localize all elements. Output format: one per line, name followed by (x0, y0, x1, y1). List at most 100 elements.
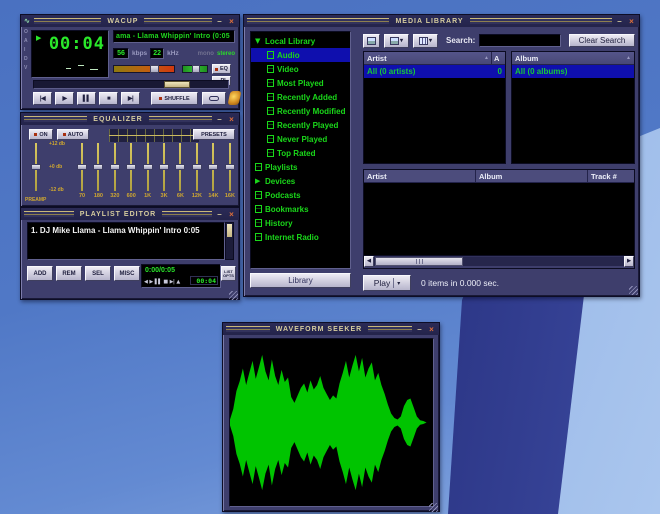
eq-slider-12k[interactable] (192, 143, 202, 191)
waveform-titlebar[interactable]: WAVEFORM SEEKER – × (223, 323, 439, 335)
track-album-column[interactable]: Album (476, 170, 588, 182)
clutterbar-o-button[interactable]: O (24, 30, 28, 35)
close-icon[interactable]: × (227, 17, 236, 26)
resize-grip[interactable] (429, 503, 438, 512)
eq-slider-6k[interactable] (175, 143, 185, 191)
eq-handle-180[interactable] (93, 164, 103, 170)
close-icon[interactable]: × (627, 17, 636, 26)
play-selected-button[interactable]: Play ▾ (363, 275, 411, 291)
minimize-icon[interactable]: – (215, 17, 224, 26)
mini-eject-button[interactable]: ▲ (176, 279, 179, 285)
tree-item-recently-modified[interactable]: Recently Modified (251, 104, 350, 118)
previous-button[interactable]: |◀ (33, 92, 52, 105)
scrollbar-handle[interactable] (375, 257, 463, 266)
eq-slider-70[interactable] (77, 143, 87, 191)
equalizer-toggle-button[interactable]: EQ (212, 64, 231, 74)
time-display[interactable]: ▶ 00:04 (31, 30, 109, 78)
artist-list[interactable]: All (0 artists) 0 (364, 65, 505, 163)
shuffle-button[interactable]: SHUFFLE (151, 92, 198, 105)
clear-search-button[interactable]: Clear Search (569, 34, 635, 47)
resize-grip[interactable] (229, 291, 238, 300)
eq-slider-180[interactable] (93, 143, 103, 191)
tree-item-recently-added[interactable]: Recently Added (251, 90, 350, 104)
clutterbar-a-button[interactable]: A (24, 39, 28, 44)
volume-slider[interactable] (113, 65, 175, 73)
eq-slider-3k[interactable] (159, 143, 169, 191)
grid-view-button[interactable]: ▾ (384, 34, 409, 48)
playlist-titlebar[interactable]: PLAYLIST EDITOR – × (21, 208, 239, 220)
mini-stop-button[interactable]: ■ (163, 279, 167, 285)
clutterbar-v-button[interactable]: V (24, 66, 28, 71)
eq-handle-16k[interactable] (225, 164, 235, 170)
playlist-item[interactable]: 1. DJ Mike Llama - Llama Whippin' Intro … (31, 225, 221, 236)
playlist-scrollbar[interactable] (225, 222, 234, 260)
album-list[interactable]: All (0 albums) (512, 65, 634, 163)
balance-handle[interactable] (192, 65, 200, 73)
track-title-marquee[interactable]: ama - Llama Whippin' Intro (0:05 (113, 30, 235, 43)
scroll-right-icon[interactable]: ▶ (624, 256, 634, 267)
clutterbar-i-button[interactable]: I (24, 48, 28, 53)
track-artist-column[interactable]: Artist (364, 170, 476, 182)
tree-item-recently-played[interactable]: Recently Played (251, 118, 350, 132)
tree-item-history[interactable]: History (251, 216, 350, 230)
tree-item-devices[interactable]: ▶Devices (251, 174, 350, 188)
album-row-all[interactable]: All (0 albums) (512, 65, 634, 78)
spectrum-visualization[interactable] (90, 69, 98, 70)
eq-handle-12k[interactable] (192, 164, 202, 170)
close-icon[interactable]: × (227, 115, 236, 124)
playlist-misc-button[interactable]: MISC (114, 266, 140, 281)
player-titlebar[interactable]: ∿ WACUP – × (21, 15, 239, 27)
albums-count-column-header[interactable]: A (494, 54, 502, 63)
tree-item-internet-radio[interactable]: Internet Radio (251, 230, 350, 244)
playlist-remove-button[interactable]: REM (56, 266, 82, 281)
preamp-handle[interactable] (31, 164, 41, 170)
eq-handle-1k[interactable] (143, 164, 153, 170)
stop-button[interactable]: ■ (99, 92, 118, 105)
tree-item-top-rated[interactable]: Top Rated (251, 146, 350, 160)
horizontal-scrollbar[interactable]: ◀ ▶ (364, 255, 634, 266)
mini-play-button[interactable]: ▶ (149, 279, 152, 285)
wacup-lightning-icon[interactable] (228, 91, 242, 105)
playlist-add-button[interactable]: ADD (27, 266, 53, 281)
close-icon[interactable]: × (427, 325, 436, 334)
eq-auto-button[interactable]: AUTO (57, 129, 89, 140)
tree-item-never-played[interactable]: Never Played (251, 132, 350, 146)
columns-view-button[interactable]: ▾ (413, 34, 438, 48)
seek-bar[interactable] (33, 80, 229, 89)
playlist-list[interactable]: 1. DJ Mike Llama - Llama Whippin' Intro … (27, 222, 225, 260)
presets-button[interactable]: PRESETS (193, 129, 235, 140)
eq-handle-600[interactable] (126, 164, 136, 170)
pause-button[interactable]: ▌▌ (77, 92, 96, 105)
list-options-button[interactable]: LIST OPTS (221, 266, 236, 281)
shade-icon[interactable]: – (415, 325, 424, 334)
playlist-select-button[interactable]: SEL (85, 266, 111, 281)
mini-previous-button[interactable]: ◀ (144, 279, 147, 285)
scrollbar-handle[interactable] (227, 224, 232, 237)
next-button[interactable]: ▶| (121, 92, 140, 105)
eq-slider-320[interactable] (110, 143, 120, 191)
preamp-slider[interactable] (31, 143, 41, 191)
eq-handle-6k[interactable] (175, 164, 185, 170)
eq-slider-1k[interactable] (143, 143, 153, 191)
seek-handle[interactable] (164, 81, 190, 88)
waveform-display[interactable] (229, 338, 434, 507)
close-icon[interactable]: × (227, 210, 236, 219)
triangle-down-icon[interactable]: ▼ (255, 37, 262, 45)
tree-item-video[interactable]: Video (251, 62, 350, 76)
tracks-list[interactable] (364, 183, 634, 255)
tree-item-local-library[interactable]: ▼Local Library (251, 34, 350, 48)
resize-grip[interactable] (629, 286, 638, 295)
tree-item-audio[interactable]: Audio (251, 48, 350, 62)
track-number-column[interactable]: Track # (588, 170, 634, 182)
library-button[interactable]: Library (250, 273, 351, 288)
play-dropdown-icon[interactable]: ▾ (397, 280, 400, 287)
spectrum-visualization[interactable] (66, 68, 71, 69)
shade-icon[interactable]: – (215, 210, 224, 219)
eq-handle-14k[interactable] (208, 164, 218, 170)
eq-slider-14k[interactable] (208, 143, 218, 191)
eq-handle-320[interactable] (110, 164, 120, 170)
eq-slider-600[interactable] (126, 143, 136, 191)
clutterbar[interactable]: OAIDV (24, 30, 28, 71)
mini-next-button[interactable]: ▶| (170, 279, 175, 285)
spectrum-visualization[interactable] (78, 65, 84, 66)
